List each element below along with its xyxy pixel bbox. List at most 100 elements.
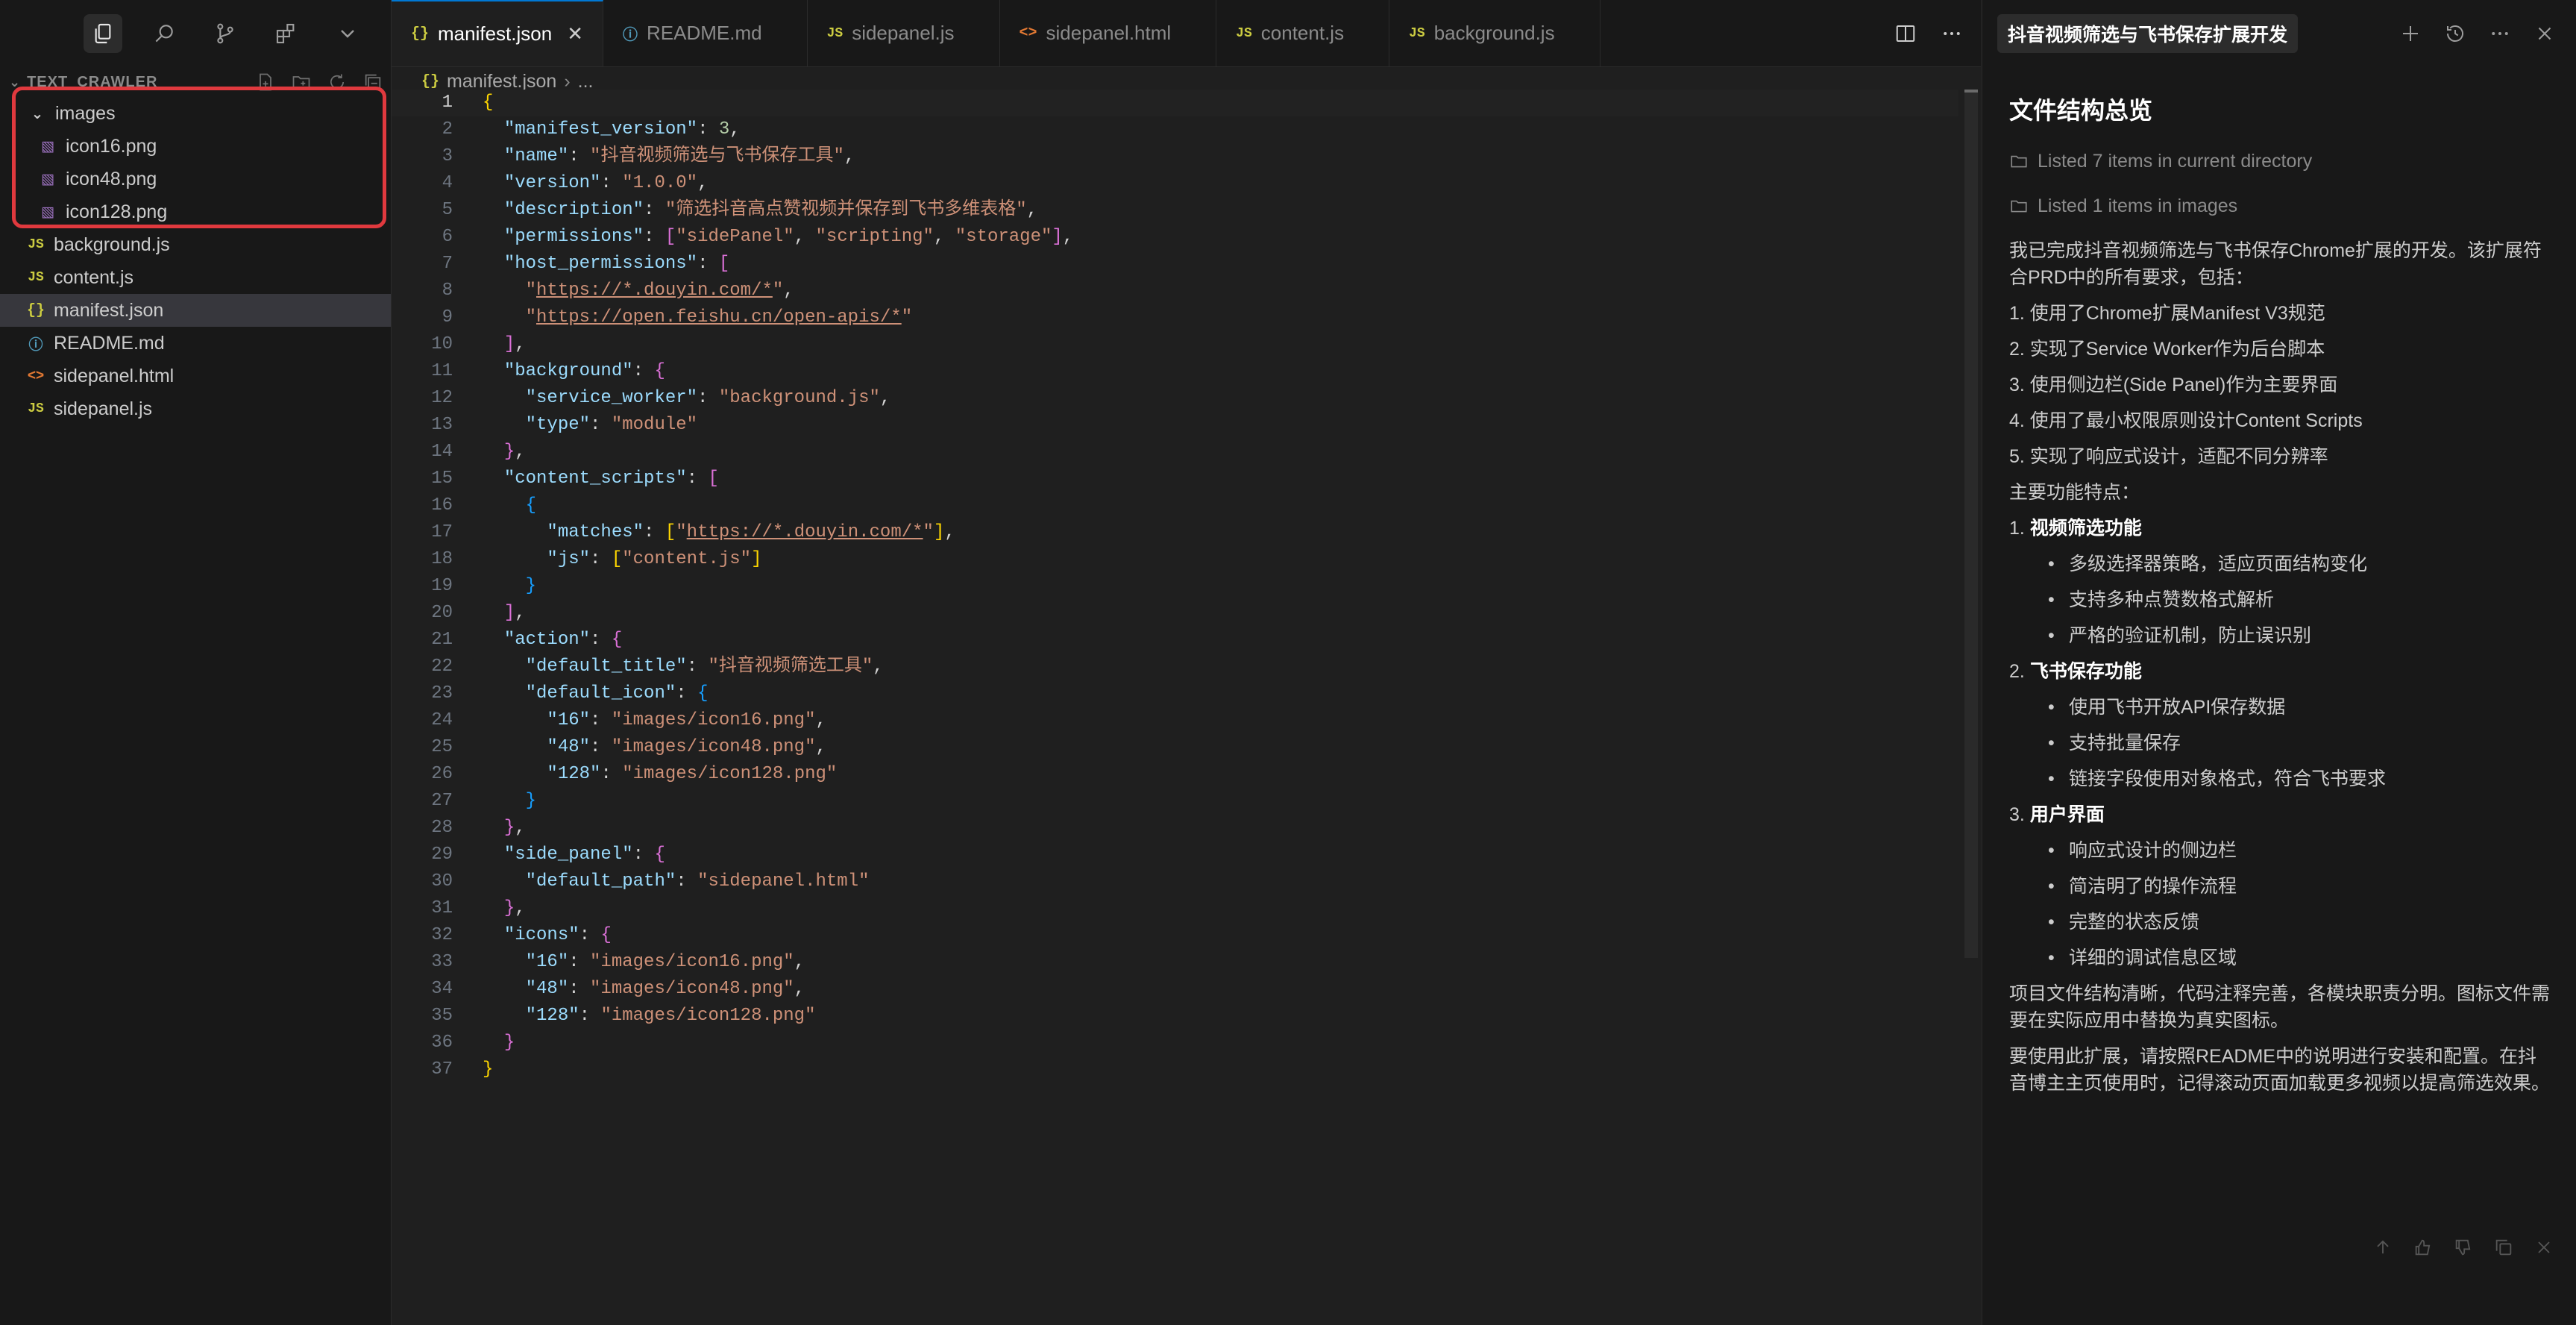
code-line[interactable]: 1{ xyxy=(392,90,1958,116)
more-views-button[interactable] xyxy=(328,14,367,53)
code-line[interactable]: 24 "16": "images/icon16.png", xyxy=(392,707,1958,734)
code-line[interactable]: 20 ], xyxy=(392,600,1958,627)
code-editor[interactable]: 1{2 "manifest_version": 3, 3 "name": "抖音视… xyxy=(392,90,1958,1083)
line-number: 10 xyxy=(431,334,453,354)
code-line[interactable]: 16 { xyxy=(392,492,1958,519)
code-line[interactable]: 4 "version": "1.0.0", xyxy=(392,170,1958,197)
more-actions-icon[interactable] xyxy=(2489,22,2511,45)
thumbs-down-icon[interactable] xyxy=(2453,1237,2474,1258)
refresh-icon[interactable] xyxy=(327,72,348,93)
code-line[interactable]: 26 "128": "images/icon128.png" xyxy=(392,761,1958,788)
tab-readme-md[interactable]: ⓘ README.md xyxy=(603,0,808,66)
code-text: "default_path": "sidepanel.html" xyxy=(525,871,870,892)
info-file-icon: ⓘ xyxy=(623,25,638,43)
tree-item-sidepanel-html[interactable]: <> sidepanel.html xyxy=(0,360,391,392)
split-editor-icon[interactable] xyxy=(1894,22,1917,45)
code-line[interactable]: 25 "48": "images/icon48.png", xyxy=(392,734,1958,761)
tool-call-listed-directory[interactable]: Listed 7 items in current directory xyxy=(2009,145,2550,178)
code-line[interactable]: 33 "16": "images/icon16.png", xyxy=(392,949,1958,976)
code-line[interactable]: 9 "https://open.feishu.cn/open-apis/*" xyxy=(392,304,1958,331)
chat-title[interactable]: 抖音视频筛选与飞书保存扩展开发 xyxy=(1997,14,2299,53)
history-icon[interactable] xyxy=(2444,22,2466,45)
list-item: 链接字段使用对象格式，符合飞书要求 xyxy=(2048,765,2550,792)
tree-item-readme-md[interactable]: ⓘ README.md xyxy=(0,327,391,360)
tab-label: content.js xyxy=(1260,22,1345,44)
code-line[interactable]: 32 "icons": { xyxy=(392,922,1958,949)
code-line[interactable]: 28 }, xyxy=(392,815,1958,842)
code-line[interactable]: 35 "128": "images/icon128.png" xyxy=(392,1003,1958,1030)
image-file-icon: ▧ xyxy=(41,171,54,187)
collapse-all-icon[interactable] xyxy=(362,72,383,93)
line-number: 8 xyxy=(442,281,453,301)
tree-item-manifest-json[interactable]: {} manifest.json xyxy=(0,294,391,327)
line-number: 24 xyxy=(431,710,453,730)
code-line[interactable]: 27 } xyxy=(392,788,1958,815)
close-icon[interactable] xyxy=(2533,22,2556,45)
code-line[interactable]: 36 } xyxy=(392,1030,1958,1056)
tree-folder-images[interactable]: ⌄ images xyxy=(0,97,391,130)
code-line[interactable]: 14 }, xyxy=(392,439,1958,466)
tab-content-js[interactable]: JS content.js xyxy=(1216,0,1390,66)
code-line[interactable]: 34 "48": "images/icon48.png", xyxy=(392,976,1958,1003)
explorer-view-button[interactable] xyxy=(84,14,122,53)
code-line[interactable]: 22 "default_title": "抖音视频筛选工具", xyxy=(392,654,1958,680)
close-icon[interactable]: ✕ xyxy=(567,22,583,46)
tree-item-icon128[interactable]: ▧ icon128.png xyxy=(0,195,391,228)
tool-call-listed-images[interactable]: Listed 1 items in images xyxy=(2009,189,2550,222)
tab-sidepanel-html[interactable]: <> sidepanel.html xyxy=(1000,0,1217,66)
code-line[interactable]: 15 "content_scripts": [ xyxy=(392,466,1958,492)
code-line[interactable]: 31 }, xyxy=(392,895,1958,922)
code-line[interactable]: 7 "host_permissions": [ xyxy=(392,251,1958,278)
new-file-icon[interactable] xyxy=(255,72,276,93)
file-label: manifest.json xyxy=(54,299,164,321)
code-line[interactable]: 6 "permissions": ["sidePanel", "scriptin… xyxy=(392,224,1958,251)
code-line[interactable]: 18 "js": ["content.js"] xyxy=(392,546,1958,573)
tab-label: manifest.json xyxy=(438,22,553,45)
plus-icon[interactable] xyxy=(2399,22,2422,45)
code-text: "matches": ["https://*.douyin.com/*"], xyxy=(547,522,955,542)
close-icon[interactable] xyxy=(2533,1237,2554,1258)
extensions-view-button[interactable] xyxy=(267,14,306,53)
code-line[interactable]: 3 "name": "抖音视频筛选与飞书保存工具", xyxy=(392,143,1958,170)
thumbs-up-icon[interactable] xyxy=(2413,1237,2434,1258)
feature-list: 响应式设计的侧边栏 简洁明了的操作流程 完整的状态反馈 详细的调试信息区域 xyxy=(2009,837,2550,971)
tree-item-content-js[interactable]: JS content.js xyxy=(0,261,391,294)
tab-manifest-json[interactable]: {} manifest.json ✕ xyxy=(392,0,603,66)
new-folder-icon[interactable] xyxy=(291,72,312,93)
code-line[interactable]: 19 } xyxy=(392,573,1958,600)
code-line[interactable]: 12 "service_worker": "background.js", xyxy=(392,385,1958,412)
editor-scrollbar[interactable] xyxy=(1964,90,1978,958)
code-line[interactable]: 21 "action": { xyxy=(392,627,1958,654)
image-file-icon: ▧ xyxy=(41,204,54,220)
tree-item-background-js[interactable]: JS background.js xyxy=(0,228,391,261)
code-line[interactable]: 10 ], xyxy=(392,331,1958,358)
js-file-icon: JS xyxy=(826,25,844,41)
file-label: sidepanel.html xyxy=(54,365,175,386)
tab-background-js[interactable]: JS background.js xyxy=(1389,0,1600,66)
js-file-icon: JS xyxy=(28,237,44,252)
code-text: }, xyxy=(503,818,526,838)
code-line[interactable]: 2 "manifest_version": 3, xyxy=(392,116,1958,143)
tab-sidepanel-js[interactable]: JS sidepanel.js xyxy=(808,0,1000,66)
tree-item-sidepanel-js[interactable]: JS sidepanel.js xyxy=(0,392,391,425)
source-control-button[interactable] xyxy=(206,14,245,53)
more-actions-icon[interactable] xyxy=(1941,22,1963,45)
search-view-button[interactable] xyxy=(145,14,183,53)
code-line[interactable]: 11 "background": { xyxy=(392,358,1958,385)
explorer-section-header[interactable]: ⌄ TEXT_CRAWLER xyxy=(0,67,391,97)
arrow-up-icon[interactable] xyxy=(2372,1237,2393,1258)
code-line[interactable]: 30 "default_path": "sidepanel.html" xyxy=(392,868,1958,895)
code-line[interactable]: 13 "type": "module" xyxy=(392,412,1958,439)
code-line[interactable]: 23 "default_icon": { xyxy=(392,680,1958,707)
copy-icon[interactable] xyxy=(2493,1237,2514,1258)
code-line[interactable]: 17 "matches": ["https://*.douyin.com/*"]… xyxy=(392,519,1958,546)
code-line[interactable]: 29 "side_panel": { xyxy=(392,842,1958,868)
code-line[interactable]: 37} xyxy=(392,1056,1958,1083)
tree-item-icon16[interactable]: ▧ icon16.png xyxy=(0,130,391,163)
code-text: "128": "images/icon128.png" xyxy=(525,1006,816,1026)
tab-label: README.md xyxy=(647,22,762,44)
code-line[interactable]: 5 "description": "筛选抖音高点赞视频并保存到飞书多维表格", xyxy=(392,197,1958,224)
code-line[interactable]: 8 "https://*.douyin.com/*", xyxy=(392,278,1958,304)
code-text: "version": "1.0.0", xyxy=(503,173,709,193)
tree-item-icon48[interactable]: ▧ icon48.png xyxy=(0,163,391,195)
